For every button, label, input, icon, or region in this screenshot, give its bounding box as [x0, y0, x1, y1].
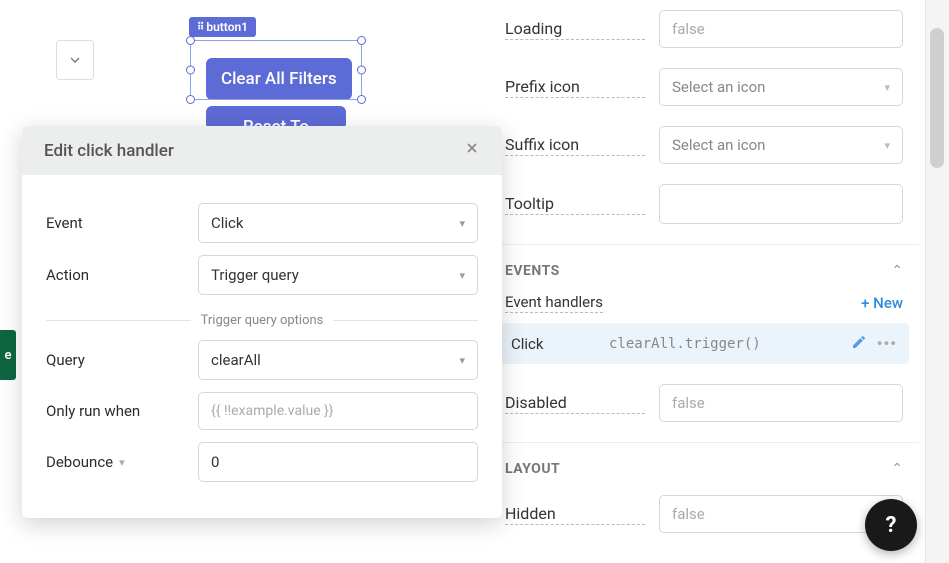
- query-label: Query: [46, 351, 198, 369]
- modal-close-button[interactable]: [464, 140, 480, 161]
- prefix-icon-select[interactable]: Select an icon ▾: [659, 68, 903, 106]
- debounce-label-group: Debounce ▾: [46, 453, 198, 471]
- prop-tooltip: Tooltip: [489, 174, 919, 234]
- close-icon: [464, 140, 480, 156]
- prefix-label: Prefix icon: [505, 77, 645, 98]
- chevron-down-icon: ▾: [459, 217, 465, 230]
- suffix-icon-select[interactable]: Select an icon ▾: [659, 126, 903, 164]
- disabled-value: false: [672, 394, 705, 412]
- debounce-value: 0: [211, 453, 219, 471]
- chevron-down-icon[interactable]: ▾: [119, 456, 125, 469]
- only-run-placeholder: {{ !!example.value }}: [211, 403, 334, 419]
- scrollbar-thumb[interactable]: [930, 28, 944, 168]
- edit-handler-modal: Edit click handler Event Click ▾ Action …: [22, 126, 502, 518]
- only-run-label: Only run when: [46, 402, 198, 420]
- chevron-down-icon: [67, 52, 83, 68]
- debounce-label: Debounce: [46, 453, 113, 471]
- loading-input[interactable]: false: [659, 10, 903, 48]
- events-title: EVENTS: [505, 263, 560, 279]
- only-run-row: Only run when {{ !!example.value }}: [46, 392, 478, 430]
- action-select[interactable]: Trigger query ▾: [198, 255, 478, 295]
- suffix-value: Select an icon: [672, 136, 765, 154]
- prop-prefix-icon: Prefix icon Select an icon ▾: [489, 58, 919, 116]
- resize-handle-bottom-right[interactable]: [357, 95, 366, 104]
- drag-grip-icon: ⠿: [197, 22, 202, 33]
- resize-handle-mid-right[interactable]: [357, 66, 366, 75]
- pencil-icon[interactable]: [851, 334, 867, 350]
- only-run-input[interactable]: {{ !!example.value }}: [198, 392, 478, 430]
- handler-actions: •••: [851, 334, 897, 353]
- tooltip-input[interactable]: [659, 184, 903, 224]
- modal-title: Edit click handler: [44, 141, 174, 161]
- container-expand-toggle[interactable]: [56, 40, 94, 80]
- prefix-value: Select an icon: [672, 78, 765, 96]
- divider-text: Trigger query options: [201, 313, 324, 328]
- debounce-row: Debounce ▾ 0: [46, 442, 478, 482]
- event-select[interactable]: Click ▾: [198, 203, 478, 243]
- component-tag[interactable]: ⠿ button1: [189, 17, 256, 37]
- question-icon: ?: [886, 513, 897, 538]
- resize-handle-mid-left[interactable]: [186, 66, 195, 75]
- handler-code: clearAll.trigger(): [609, 336, 833, 352]
- prop-suffix-icon: Suffix icon Select an icon ▾: [489, 116, 919, 174]
- chevron-up-icon: ⌃: [891, 461, 903, 477]
- clear-filters-button[interactable]: Clear All Filters: [206, 58, 352, 100]
- handler-event: Click: [511, 335, 591, 353]
- modal-body: Event Click ▾ Action Trigger query ▾ Tri…: [22, 175, 502, 518]
- tooltip-label: Tooltip: [505, 194, 645, 215]
- action-row: Action Trigger query ▾: [46, 255, 478, 295]
- component-tag-label: button1: [206, 20, 248, 34]
- layout-title: LAYOUT: [505, 461, 560, 477]
- event-handlers-row: Event handlers + New: [489, 287, 919, 323]
- help-fab[interactable]: ?: [865, 499, 917, 551]
- chevron-down-icon: ▾: [459, 269, 465, 282]
- more-icon[interactable]: •••: [877, 334, 897, 353]
- resize-handle-bottom-left[interactable]: [186, 95, 195, 104]
- prop-loading: Loading false: [489, 0, 919, 58]
- options-divider: Trigger query options: [46, 313, 478, 328]
- disabled-input[interactable]: false: [659, 384, 903, 422]
- strip-letter: e: [5, 348, 12, 363]
- disabled-label: Disabled: [505, 393, 645, 414]
- resize-handle-top-left[interactable]: [186, 36, 195, 45]
- hidden-label: Hidden: [505, 504, 645, 525]
- debounce-input[interactable]: 0: [198, 442, 478, 482]
- resize-handle-top-right[interactable]: [357, 36, 366, 45]
- prop-disabled: Disabled false: [489, 374, 919, 432]
- loading-label: Loading: [505, 19, 645, 40]
- handlers-label: Event handlers: [505, 293, 603, 313]
- event-label: Event: [46, 214, 198, 232]
- hidden-value: false: [672, 505, 705, 523]
- query-value: clearAll: [211, 351, 261, 369]
- new-handler-button[interactable]: + New: [861, 294, 903, 312]
- inspector-panel: Loading false Prefix icon Select an icon…: [489, 0, 919, 543]
- loading-value: false: [672, 20, 705, 38]
- query-select[interactable]: clearAll ▾: [198, 340, 478, 380]
- side-strip[interactable]: e: [0, 330, 16, 380]
- event-value: Click: [211, 214, 244, 232]
- action-value: Trigger query: [211, 266, 299, 284]
- suffix-label: Suffix icon: [505, 135, 645, 156]
- events-section-header[interactable]: EVENTS ⌃: [489, 244, 919, 287]
- event-row: Event Click ▾: [46, 203, 478, 243]
- chevron-down-icon: ▾: [884, 139, 890, 152]
- chevron-down-icon: ▾: [884, 81, 890, 94]
- vertical-scrollbar[interactable]: [925, 0, 949, 563]
- modal-header: Edit click handler: [22, 126, 502, 175]
- chevron-up-icon: ⌃: [891, 263, 903, 279]
- action-label: Action: [46, 266, 198, 284]
- button-label: Clear All Filters: [221, 69, 337, 89]
- query-row: Query clearAll ▾: [46, 340, 478, 380]
- chevron-down-icon: ▾: [459, 354, 465, 367]
- prop-hidden: Hidden false: [489, 485, 919, 543]
- handler-item[interactable]: Click clearAll.trigger() •••: [499, 323, 909, 364]
- layout-section-header[interactable]: LAYOUT ⌃: [489, 442, 919, 485]
